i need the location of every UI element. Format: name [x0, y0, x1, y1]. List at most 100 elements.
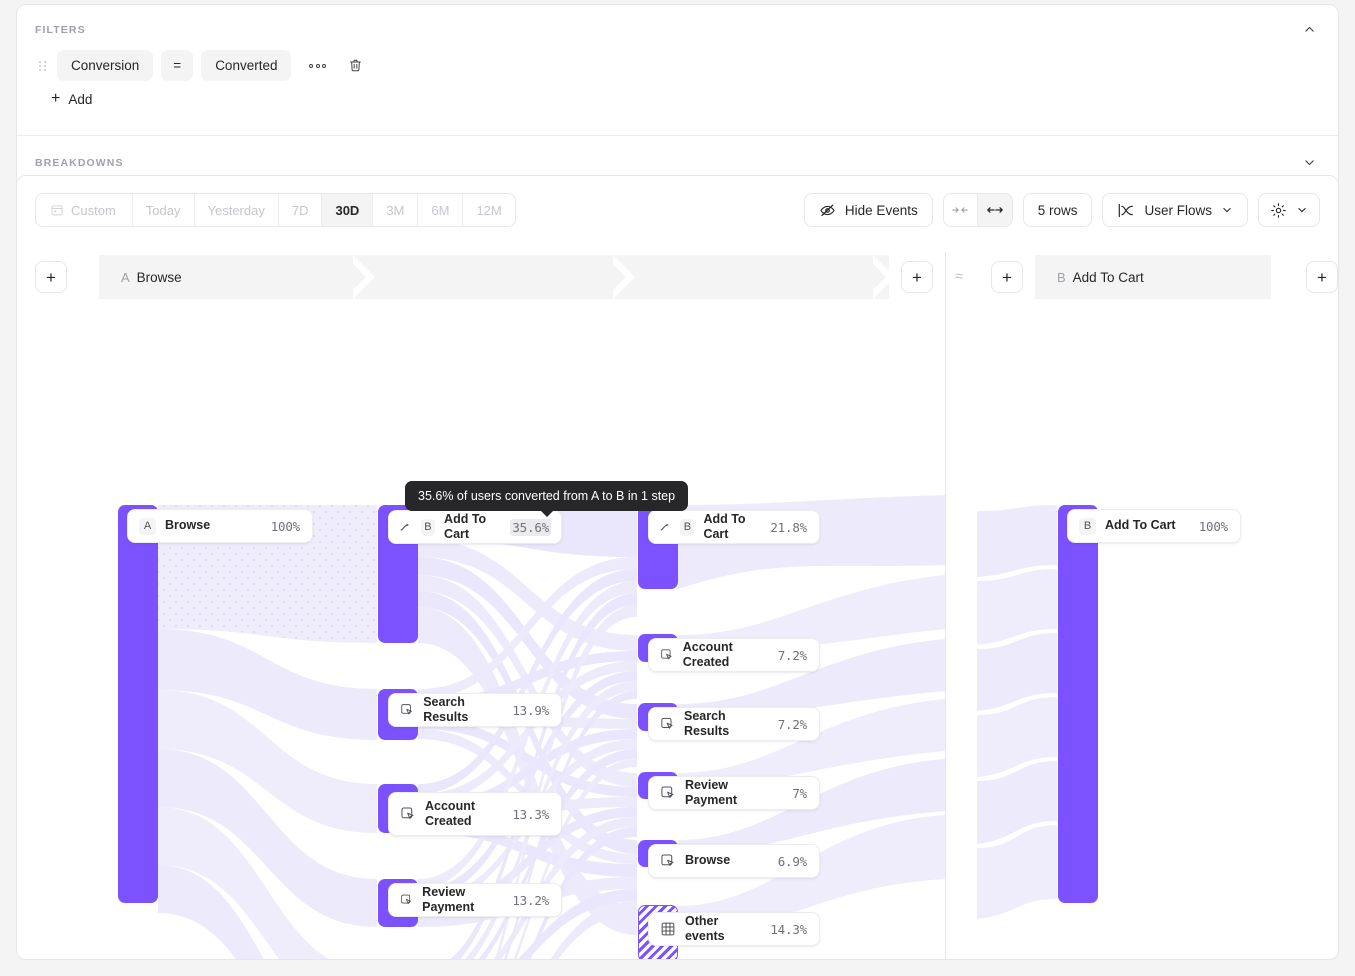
add-step-right-button[interactable]: +	[991, 261, 1023, 293]
breakdowns-expand-chevron-down-icon[interactable]	[1299, 152, 1320, 173]
filter-row: Conversion = Converted	[17, 40, 1338, 81]
hide-events-button[interactable]: Hide Events	[804, 193, 933, 227]
wave-icon: ≈	[955, 269, 963, 284]
conversion-tooltip: 35.6% of users converted from A to B in …	[405, 481, 688, 511]
node-r-browse[interactable]: Browse 6.9%	[648, 844, 820, 878]
chevron-down-icon	[1221, 204, 1233, 216]
ribbons-right-panel-into-b	[977, 505, 1057, 919]
node-label: Other events	[685, 914, 761, 945]
node-percent: 13.3%	[512, 807, 549, 822]
settings-chevron-down-icon	[1296, 204, 1308, 216]
filter-value-chip[interactable]: Converted	[201, 50, 291, 81]
click-event-icon	[660, 716, 675, 732]
gear-icon	[1270, 202, 1287, 219]
step-left-label: Browse	[137, 270, 182, 285]
filters-title: FILTERS	[35, 24, 86, 36]
drag-handle-icon[interactable]	[35, 57, 49, 75]
node-bar[interactable]	[1058, 505, 1098, 903]
badge-b: B	[421, 519, 435, 536]
step-band-right[interactable]: B Add To Cart	[1035, 255, 1271, 299]
hide-events-label: Hide Events	[845, 203, 918, 218]
node-m-review[interactable]: Review Payment 13.2%	[388, 883, 562, 917]
collapse-width-button[interactable]	[944, 194, 978, 226]
node-r-other[interactable]: Other events 14.3%	[648, 912, 820, 946]
node-r-review[interactable]: Review Payment 7%	[648, 776, 820, 810]
expand-width-button[interactable]	[978, 194, 1012, 226]
node-percent: 7.2%	[778, 717, 807, 732]
date-range-3m[interactable]: 3M	[373, 194, 418, 226]
click-event-icon	[660, 853, 676, 869]
plus-icon: +	[912, 269, 922, 286]
node-label: Account Created	[683, 640, 769, 671]
grid-icon	[660, 921, 676, 937]
click-event-icon	[400, 806, 416, 822]
date-range-12m[interactable]: 12M	[463, 194, 514, 226]
breakdowns-title: BREAKDOWNS	[35, 157, 124, 169]
filters-breakdowns-panel: FILTERS Conversion = Converted +	[16, 4, 1339, 190]
node-label: Browse	[165, 518, 262, 533]
flow-chart-icon	[1117, 202, 1135, 219]
add-step-middle-button[interactable]: +	[901, 261, 933, 293]
filters-section: FILTERS Conversion = Converted +	[17, 5, 1338, 136]
conversion-arrow-icon	[400, 521, 412, 534]
rows-count-button[interactable]: 5 rows	[1023, 193, 1093, 227]
node-percent: 35.6%	[510, 519, 551, 536]
date-range-custom[interactable]: Custom	[36, 194, 133, 226]
width-mode-segmented-control	[943, 193, 1013, 227]
filter-operator-chip[interactable]: =	[161, 50, 193, 81]
filters-header: FILTERS	[17, 5, 1338, 40]
node-percent: 13.2%	[512, 893, 549, 908]
arrows-out-icon	[986, 203, 1004, 217]
node-label: Search Results	[423, 695, 503, 726]
filter-delete-trash-icon[interactable]	[344, 54, 367, 77]
node-m-search[interactable]: Search Results 13.9%	[388, 693, 562, 727]
node-r-search[interactable]: Search Results 7.2%	[648, 707, 820, 741]
add-filter-button[interactable]: + Add	[17, 81, 1338, 121]
node-bar[interactable]	[118, 505, 158, 903]
step-separator-chevron-icon	[613, 255, 639, 299]
chart-toolbar: Custom Today Yesterday 7D 30D 3M 6M 12M …	[17, 176, 1338, 244]
date-range-yesterday[interactable]: Yesterday	[195, 194, 279, 226]
date-range-segmented-control: Custom Today Yesterday 7D 30D 3M 6M 12M	[35, 193, 516, 227]
steps-header-row: + A Browse + ≈ + B Add To Cart	[17, 255, 1338, 299]
date-range-custom-label: Custom	[71, 203, 116, 218]
node-percent: 7.2%	[778, 648, 807, 663]
date-range-6m[interactable]: 6M	[418, 194, 463, 226]
node-label: Search Results	[684, 709, 769, 740]
node-r-addtocart[interactable]: B Add To Cart 21.8%	[648, 510, 820, 544]
arrows-in-icon	[951, 203, 969, 217]
chart-type-button[interactable]: User Flows	[1102, 193, 1248, 227]
node-m-account[interactable]: Account Created 13.3%	[388, 792, 562, 836]
step-separator-chevron-icon	[353, 255, 379, 299]
rows-count-label: 5 rows	[1038, 203, 1078, 218]
node-percent: 7%	[792, 786, 807, 801]
filter-property-chip[interactable]: Conversion	[57, 50, 153, 81]
node-r-account[interactable]: Account Created 7.2%	[648, 638, 820, 672]
step-separator-chevron-icon	[873, 255, 899, 299]
step-left-badge: A	[121, 270, 130, 285]
date-range-7d[interactable]: 7D	[279, 194, 323, 226]
step-right-label: Add To Cart	[1073, 270, 1144, 285]
step-band-left[interactable]: A Browse	[99, 255, 889, 299]
date-range-30d[interactable]: 30D	[322, 194, 373, 226]
badge-a: A	[139, 518, 156, 535]
node-b-addtocart-step1[interactable]: B Add To Cart 35.6%	[388, 510, 562, 544]
date-range-today[interactable]: Today	[133, 194, 195, 226]
add-step-left-button[interactable]: +	[35, 261, 67, 293]
filters-collapse-chevron-up-icon[interactable]	[1299, 19, 1320, 40]
node-label: Add To Cart	[1105, 518, 1190, 533]
click-event-icon	[660, 785, 676, 801]
conversion-arrow-icon	[660, 521, 671, 534]
click-event-icon	[660, 647, 674, 663]
settings-button[interactable]	[1258, 193, 1320, 227]
node-a-browse[interactable]: A Browse 100%	[127, 509, 313, 543]
node-percent: 6.9%	[778, 854, 807, 869]
node-label: Account Created	[425, 799, 503, 830]
step-left-label-group: A Browse	[99, 270, 182, 285]
toolbar-right-group: Hide Events 5 rows	[804, 193, 1320, 227]
node-b-anchor[interactable]: B Add To Cart 100%	[1067, 509, 1241, 543]
node-percent: 100%	[271, 519, 300, 534]
add-step-far-right-button[interactable]: +	[1306, 261, 1338, 293]
node-label: Add To Cart	[703, 512, 761, 543]
filter-more-ellipsis-icon[interactable]	[303, 58, 332, 74]
